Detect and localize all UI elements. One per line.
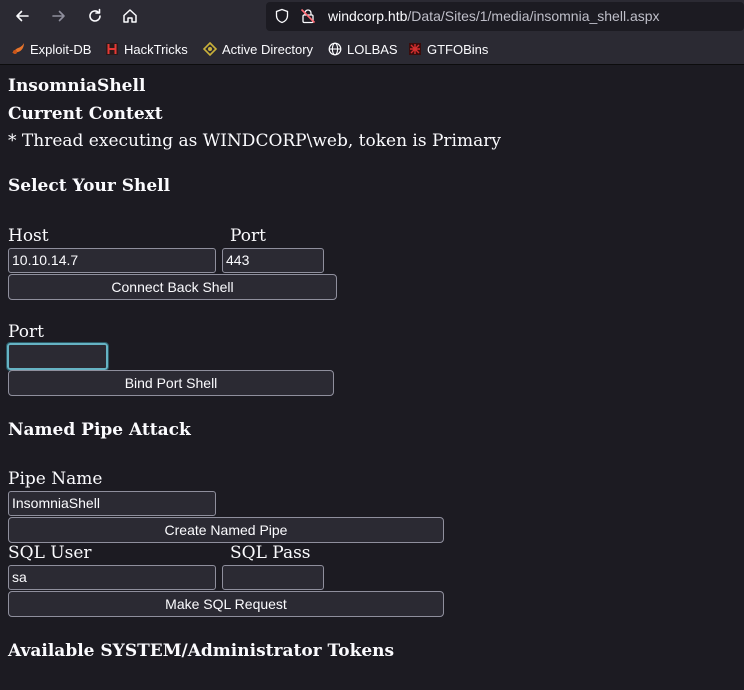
bookmark-gtfobins[interactable]: GTFOBins (408, 41, 488, 57)
bind-port-input[interactable] (6, 342, 109, 371)
shell-heading: Select Your Shell (8, 176, 171, 196)
reload-button[interactable] (82, 4, 108, 28)
host-label: Host (8, 226, 49, 246)
connect-back-shell-button[interactable]: Connect Back Shell (8, 274, 337, 300)
globe-icon (328, 42, 342, 56)
back-button[interactable] (9, 4, 35, 28)
host-input[interactable]: 10.10.14.7 (8, 248, 216, 273)
pipe-heading: Named Pipe Attack (8, 420, 191, 440)
active-directory-icon (203, 42, 217, 56)
sql-user-input[interactable]: sa (8, 565, 216, 590)
make-sql-request-button[interactable]: Make SQL Request (8, 591, 444, 617)
url-path: /Data/Sites/1/media/insomnia_shell.aspx (407, 8, 660, 24)
browser-toolbar: windcorp.htb/Data/Sites/1/media/insomnia… (0, 0, 744, 33)
bookmark-exploit-db[interactable]: Exploit-DB (11, 41, 91, 57)
back-arrow-icon (16, 10, 29, 22)
forward-button[interactable] (46, 4, 72, 28)
bookmark-label: LOLBAS (347, 41, 398, 57)
context-heading: Current Context (8, 104, 163, 124)
exploit-db-icon (12, 43, 24, 54)
port-label: Port (230, 226, 266, 246)
bookmarks-toolbar: Exploit-DB HackTricks Active Directory L… (0, 33, 744, 65)
pipe-name-label: Pipe Name (8, 469, 103, 489)
bookmark-label: Exploit-DB (30, 41, 92, 57)
home-icon (123, 9, 137, 23)
url-bar[interactable]: windcorp.htb/Data/Sites/1/media/insomnia… (266, 2, 744, 31)
tracking-shield-icon[interactable] (274, 8, 290, 24)
home-button[interactable] (117, 4, 143, 28)
bookmark-lolbas[interactable]: LOLBAS (328, 41, 398, 57)
tokens-heading: Available SYSTEM/Administrator Tokens (8, 641, 395, 661)
page-content: InsomniaShell Current Context * Thread e… (0, 65, 744, 690)
url-host: windcorp.htb (328, 8, 408, 24)
bookmark-label: GTFOBins (427, 41, 489, 57)
bookmark-active-directory[interactable]: Active Directory (203, 41, 313, 57)
bookmark-label: HackTricks (124, 41, 188, 57)
sql-pass-input[interactable] (222, 565, 324, 590)
sql-user-label: SQL User (8, 543, 92, 563)
gtfobins-icon (409, 43, 421, 55)
bind-port-shell-button[interactable]: Bind Port Shell (8, 370, 334, 396)
bind-port-label: Port (8, 322, 44, 342)
create-named-pipe-button[interactable]: Create Named Pipe (8, 517, 444, 543)
hacktricks-icon (106, 43, 118, 55)
port-input[interactable]: 443 (222, 248, 324, 273)
bookmark-hacktricks[interactable]: HackTricks (105, 41, 188, 57)
page-title: InsomniaShell (8, 76, 146, 96)
reload-icon (89, 8, 101, 22)
context-line: * Thread executing as WINDCORP\web, toke… (8, 131, 501, 151)
forward-arrow-icon (52, 10, 65, 22)
insecure-lock-icon[interactable] (300, 8, 316, 24)
sql-pass-label: SQL Pass (230, 543, 311, 563)
bookmark-label: Active Directory (222, 41, 314, 57)
url-text[interactable]: windcorp.htb/Data/Sites/1/media/insomnia… (328, 8, 660, 24)
pipe-name-input[interactable]: InsomniaShell (8, 491, 216, 516)
